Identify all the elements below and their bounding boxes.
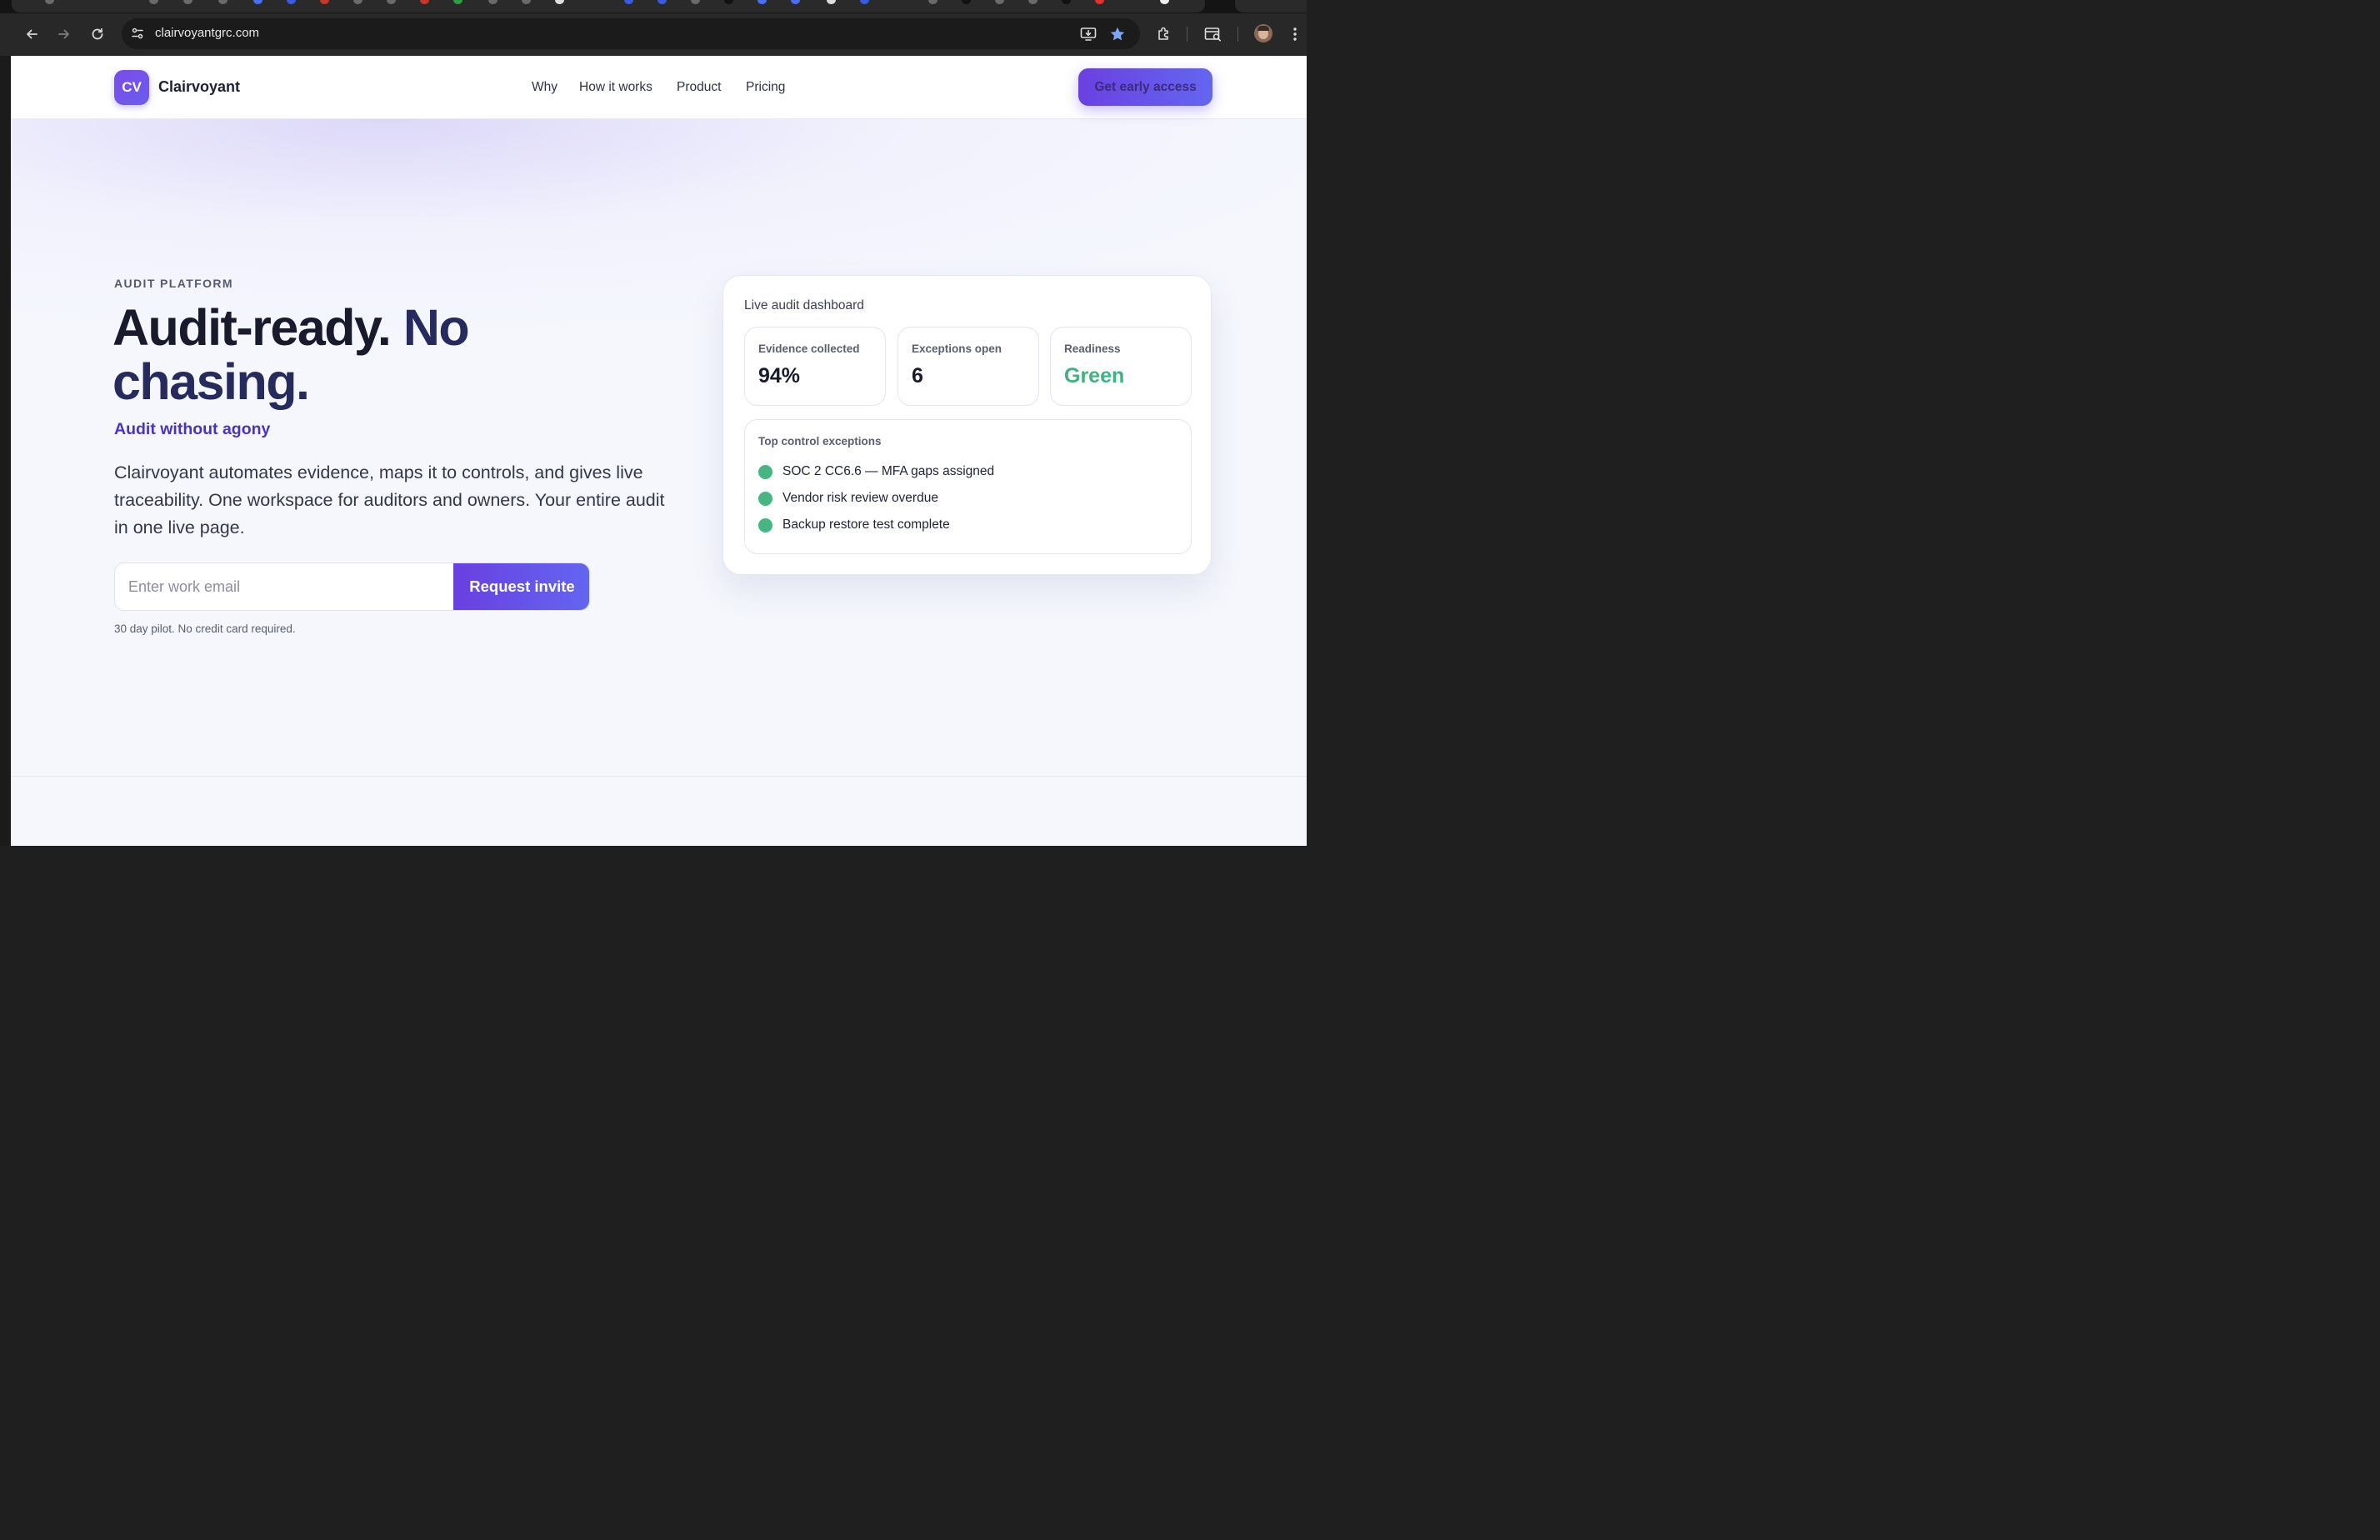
left-gutter [0, 56, 11, 846]
tab-favicon[interactable] [218, 0, 228, 4]
nav-link-pricing[interactable]: Pricing [746, 80, 785, 95]
tab-search-icon[interactable] [1203, 24, 1223, 44]
logo-badge[interactable]: CV [114, 70, 149, 105]
stat-value: 6 [912, 364, 923, 388]
star-icon[interactable] [1108, 25, 1127, 43]
tab-favicon[interactable] [962, 0, 971, 4]
hero-lead: Clairvoyant automates evidence, maps it … [114, 462, 665, 538]
tab-favicon[interactable] [1095, 0, 1104, 4]
tab-favicon[interactable] [691, 0, 700, 4]
top-control-exceptions: Top control exceptions SOC 2 CC6.6 — MFA… [744, 419, 1192, 554]
nav-link-why[interactable]: Why [532, 80, 558, 95]
tab-favicon[interactable] [1028, 0, 1038, 4]
tab-favicon[interactable] [995, 0, 1004, 4]
tab-favicon[interactable] [287, 0, 296, 4]
tab-favicon[interactable] [353, 0, 362, 4]
tab-favicon[interactable] [860, 0, 869, 4]
status-dot-icon [758, 518, 772, 532]
invite-form: Request invite [114, 562, 590, 611]
stat-label: Readiness [1064, 342, 1121, 355]
stat-readiness: Readiness Green [1050, 327, 1192, 406]
nav-link-product[interactable]: Product [677, 80, 721, 95]
tab-favicon[interactable] [253, 0, 262, 4]
stat-value: 94% [758, 364, 801, 388]
get-early-access-button[interactable]: Get early access [1078, 68, 1212, 106]
tab-favicon[interactable] [149, 0, 158, 4]
kebab-menu-icon[interactable] [1285, 24, 1305, 44]
stat-label: Exceptions open [912, 342, 1002, 355]
install-app-icon[interactable] [1079, 25, 1098, 43]
tab-favicon[interactable] [791, 0, 800, 4]
tab-favicon[interactable] [724, 0, 733, 4]
exception-text: Vendor risk review overdue [782, 491, 938, 505]
hero-eyebrow: AUDIT PLATFORM [114, 277, 233, 290]
url-text[interactable]: clairvoyantgrc.com [155, 26, 259, 40]
tab-strip [0, 0, 1307, 13]
pilot-fineprint: 30 day pilot. No credit card required. [114, 622, 296, 635]
brand-name[interactable]: Clairvoyant [158, 78, 240, 96]
dashboard-title: Live audit dashboard [744, 298, 864, 312]
tab-favicon[interactable] [488, 0, 498, 4]
status-dot-icon [758, 491, 772, 506]
exception-text: Backup restore test complete [782, 518, 950, 532]
list-item: SOC 2 CC6.6 — MFA gaps assigned [758, 463, 994, 480]
address-bar[interactable]: clairvoyantgrc.com [122, 18, 1140, 49]
status-dot-icon [758, 464, 772, 479]
list-item: Backup restore test complete [758, 517, 950, 533]
stat-label: Evidence collected [758, 342, 860, 355]
stat-exceptions-open: Exceptions open 6 [898, 327, 1039, 406]
tab-favicon[interactable] [928, 0, 938, 4]
tab-favicon[interactable] [827, 0, 836, 4]
hero-headline: Audit-ready. No chasing. [112, 301, 579, 409]
tune-icon[interactable] [129, 25, 146, 42]
tab-favicon[interactable] [45, 0, 54, 4]
tab-favicon[interactable] [758, 0, 767, 4]
tab-favicon[interactable] [1160, 0, 1169, 4]
tab-strip-right [1235, 0, 1307, 12]
reload-icon[interactable] [88, 25, 107, 43]
nav-link-how-it-works[interactable]: How it works [579, 80, 652, 95]
exceptions-title: Top control exceptions [758, 435, 882, 448]
list-item: Vendor risk review overdue [758, 490, 938, 507]
exception-text: SOC 2 CC6.6 — MFA gaps assigned [782, 464, 995, 478]
tab-favicon[interactable] [387, 0, 396, 4]
tab-favicon[interactable] [420, 0, 429, 4]
tab-favicon[interactable] [453, 0, 462, 4]
tab-favicon[interactable] [658, 0, 667, 4]
stat-evidence-collected: Evidence collected 94% [744, 327, 886, 406]
tab-favicon[interactable] [1062, 0, 1071, 4]
tab-favicon[interactable] [555, 0, 564, 4]
arrow-left-icon[interactable] [22, 25, 41, 43]
tab-favicon[interactable] [624, 0, 633, 4]
tab-strip-tabs[interactable] [12, 0, 1205, 12]
tab-favicon[interactable] [320, 0, 329, 4]
tab-favicon[interactable] [183, 0, 192, 4]
profile-avatar[interactable] [1254, 24, 1272, 42]
arrow-right-icon[interactable] [55, 25, 73, 43]
hero-subhead: Audit without agony [114, 420, 271, 438]
stat-value: Green [1064, 364, 1125, 388]
tab-favicon[interactable] [522, 0, 531, 4]
toolbar-separator [1187, 27, 1188, 42]
work-email-input[interactable] [115, 563, 453, 610]
web-page: CV Clairvoyant Why How it works Product … [11, 56, 1307, 846]
puzzle-icon[interactable] [1154, 24, 1174, 44]
section-divider [11, 776, 1307, 777]
request-invite-button[interactable]: Request invite [453, 563, 589, 610]
headline-part-1: Audit-ready. [112, 299, 392, 356]
live-audit-dashboard-card: Live audit dashboard Evidence collected … [722, 275, 1212, 575]
site-header: CV Clairvoyant Why How it works Product … [11, 56, 1307, 119]
